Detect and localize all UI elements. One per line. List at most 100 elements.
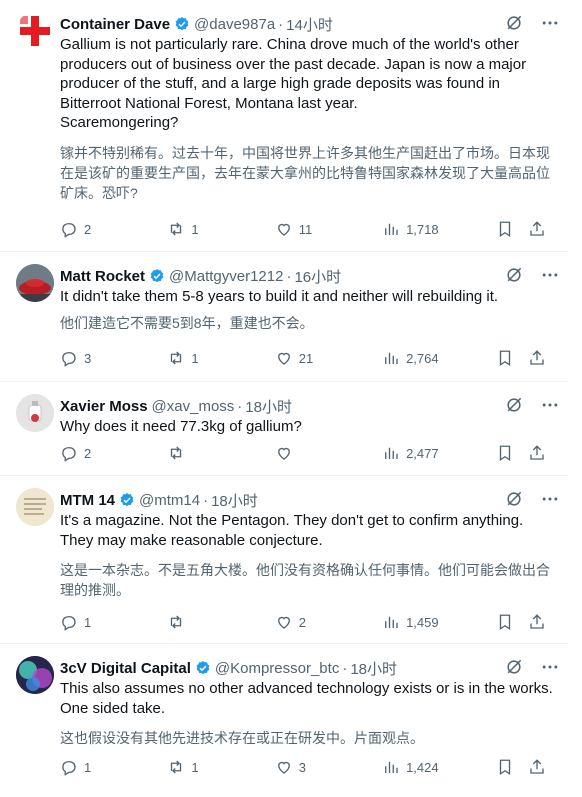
tweet[interactable]: MTM 14 @mtm14 · 18小时 It's a magazine. No… — [0, 476, 568, 644]
view-count: 1,459 — [406, 614, 439, 630]
bookmark-icon[interactable] — [496, 613, 514, 631]
avatar[interactable] — [16, 264, 54, 302]
repost-count: 1 — [191, 221, 199, 237]
avatar[interactable] — [16, 12, 54, 50]
view-count: 2,764 — [406, 350, 439, 366]
display-name[interactable]: 3cV Digital Capital — [60, 660, 191, 677]
repost-icon — [171, 615, 182, 629]
share-icon[interactable] — [528, 220, 546, 238]
like-button[interactable]: 2 — [275, 613, 325, 631]
display-name[interactable]: Container Dave — [60, 16, 170, 33]
reply-icon — [62, 447, 76, 462]
repost-button[interactable]: 1 — [167, 220, 217, 238]
tweet-text: Why does it need 77.3kg of gallium? — [60, 418, 302, 435]
display-name[interactable]: MTM 14 — [60, 492, 115, 509]
share-icon[interactable] — [528, 613, 546, 631]
repost-button[interactable] — [167, 444, 217, 462]
heart-icon — [277, 352, 290, 365]
reply-count: 2 — [84, 221, 92, 237]
handle[interactable]: @dave987a — [194, 16, 275, 33]
like-count: 3 — [298, 759, 306, 775]
views-icon — [385, 352, 398, 364]
views-button[interactable]: 2,764 — [382, 349, 439, 367]
reply-icon — [62, 352, 76, 367]
views-icon — [385, 761, 398, 773]
reply-icon — [62, 223, 76, 238]
handle[interactable]: @Mattgyver1212 — [169, 268, 283, 285]
views-button[interactable]: 1,459 — [382, 613, 439, 631]
reply-button[interactable]: 2 — [60, 220, 110, 238]
reply-button[interactable]: 1 — [60, 758, 110, 776]
share-icon[interactable] — [528, 758, 546, 776]
display-name[interactable]: Matt Rocket — [60, 268, 145, 285]
tweet[interactable]: 3cV Digital Capital @Kompressor_btc · 18… — [0, 644, 568, 797]
view-count: 1,424 — [406, 759, 439, 775]
timestamp[interactable]: 14小时 — [286, 14, 333, 35]
reply-count: 1 — [84, 614, 92, 630]
view-count: 1,718 — [406, 221, 439, 237]
reply-button[interactable]: 2 — [60, 444, 110, 462]
more-icon[interactable] — [540, 395, 560, 415]
tweet-text: It's a magazine. Not the Pentagon. They … — [60, 512, 524, 549]
repost-button[interactable] — [167, 613, 217, 631]
repost-icon — [171, 446, 182, 460]
reply-count: 1 — [84, 759, 92, 775]
more-icon[interactable] — [540, 657, 560, 677]
repost-count: 1 — [191, 350, 199, 366]
reply-icon — [62, 616, 76, 631]
reply-button[interactable]: 3 — [60, 349, 110, 367]
avatar[interactable] — [16, 394, 54, 432]
more-icon[interactable] — [540, 265, 560, 285]
tweet-translation: 这也假设没有其他先进技术存在或正在研发中。片面观点。 — [60, 730, 424, 746]
heart-icon — [277, 223, 290, 236]
bookmark-icon[interactable] — [496, 444, 514, 462]
handle[interactable]: @Kompressor_btc — [215, 660, 339, 677]
like-button[interactable] — [275, 444, 325, 462]
bookmark-icon[interactable] — [496, 758, 514, 776]
tweet-translation: 他们建造它不需要5到8年，重建也不会。 — [60, 314, 314, 331]
grok-icon[interactable] — [504, 489, 524, 509]
avatar[interactable] — [16, 488, 54, 526]
repost-button[interactable]: 1 — [167, 758, 217, 776]
bookmark-icon[interactable] — [496, 220, 514, 238]
grok-icon[interactable] — [504, 395, 524, 415]
timestamp[interactable]: 16小时 — [294, 266, 341, 287]
bookmark-icon[interactable] — [496, 349, 514, 367]
separator-dot: · — [342, 659, 348, 677]
like-button[interactable]: 21 — [275, 349, 325, 367]
tweet-translation: 镓并不特别稀有。过去十年，中国将世界上许多其他生产国赶出了市场。日本现在是该矿的… — [60, 144, 550, 201]
handle[interactable]: @mtm14 — [139, 492, 200, 509]
reply-button[interactable]: 1 — [60, 613, 110, 631]
views-icon — [385, 616, 398, 628]
grok-icon[interactable] — [504, 13, 524, 33]
like-count: 2 — [298, 614, 306, 630]
verified-badge-icon — [120, 493, 134, 507]
share-icon[interactable] — [528, 444, 546, 462]
more-icon[interactable] — [540, 13, 560, 33]
like-button[interactable]: 11 — [275, 220, 325, 238]
timestamp[interactable]: 18小时 — [350, 658, 397, 679]
views-button[interactable]: 2,477 — [382, 444, 439, 462]
heart-icon — [277, 761, 290, 774]
tweet[interactable]: Matt Rocket @Mattgyver1212 · 16小时 It did… — [0, 252, 568, 382]
verified-badge-icon — [150, 269, 164, 283]
timestamp[interactable]: 18小时 — [245, 396, 292, 417]
timestamp[interactable]: 18小时 — [211, 490, 258, 511]
verified-badge-icon — [196, 661, 210, 675]
avatar[interactable] — [16, 656, 54, 694]
like-button[interactable]: 3 — [275, 758, 325, 776]
heart-icon — [277, 447, 290, 460]
repost-button[interactable]: 1 — [167, 349, 217, 367]
display-name[interactable]: Xavier Moss — [60, 398, 148, 415]
views-button[interactable]: 1,718 — [382, 220, 439, 238]
tweet[interactable]: Xavier Moss @xav_moss · 18小时 Why does it… — [0, 382, 568, 476]
like-count: 21 — [298, 350, 314, 366]
tweet[interactable]: Container Dave @dave987a · 14小时 Gallium … — [0, 0, 568, 252]
share-icon[interactable] — [528, 349, 546, 367]
grok-icon[interactable] — [504, 265, 524, 285]
views-button[interactable]: 1,424 — [382, 758, 439, 776]
handle[interactable]: @xav_moss — [152, 398, 235, 415]
views-icon — [385, 223, 398, 235]
more-icon[interactable] — [540, 489, 560, 509]
grok-icon[interactable] — [504, 657, 524, 677]
